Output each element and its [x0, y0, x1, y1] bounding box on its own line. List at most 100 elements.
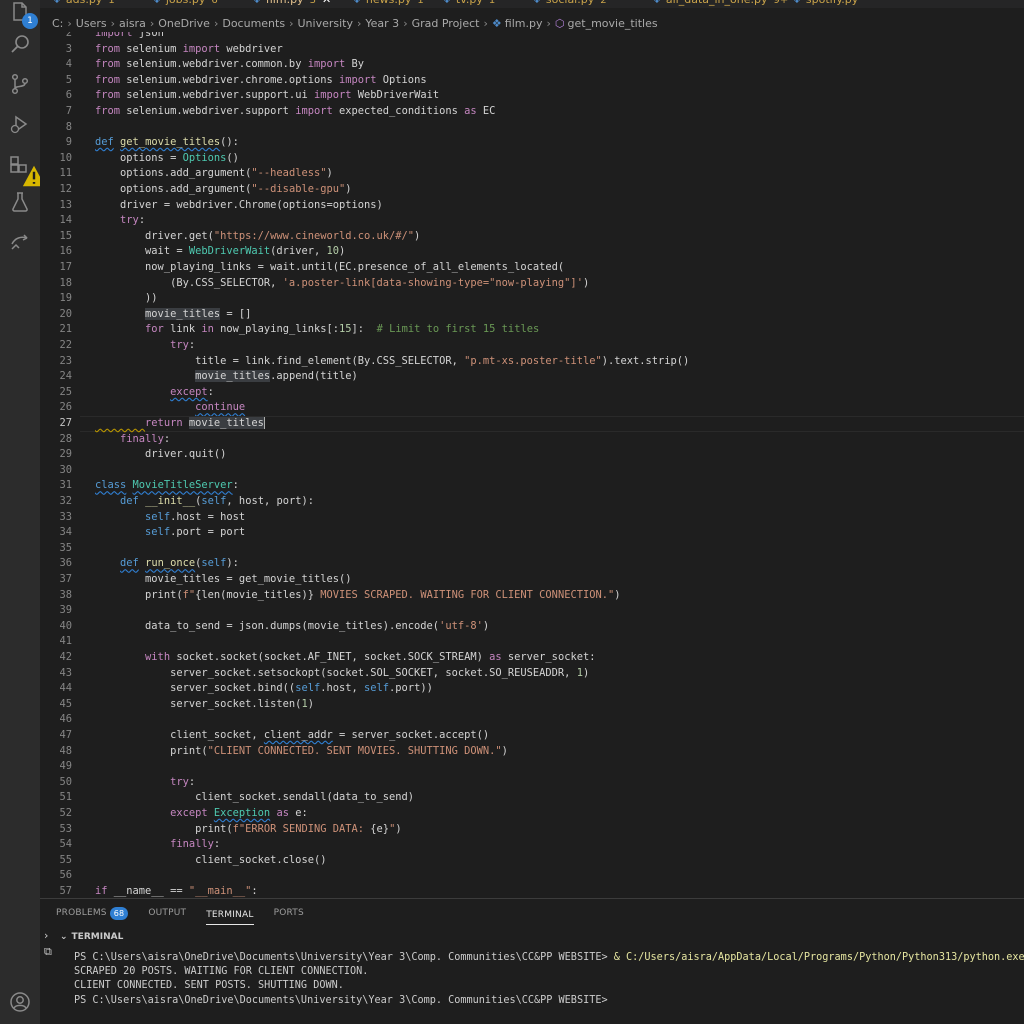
code-token: link — [163, 323, 202, 336]
code-line[interactable]: 38 print(f"{len(movie_titles)} MOVIES SC… — [40, 588, 1024, 604]
extensions-icon[interactable] — [8, 152, 46, 187]
code-line[interactable]: 20 movie_titles = [] — [40, 307, 1024, 323]
breadcrumb-item[interactable]: film.py — [505, 17, 543, 30]
code-line[interactable]: 13 driver = webdriver.Chrome(options=opt… — [40, 198, 1024, 214]
code-line[interactable]: 29 driver.quit() — [40, 447, 1024, 463]
code-line[interactable]: 37 movie_titles = get_movie_titles() — [40, 572, 1024, 588]
breadcrumb-item[interactable]: Grad Project — [412, 17, 480, 30]
tab-4[interactable]: ❖ tv.py 1 — [442, 0, 495, 8]
close-icon[interactable]: ✕ — [322, 0, 331, 6]
code-line[interactable]: 17 now_playing_links = wait.until(EC.pre… — [40, 260, 1024, 276]
line-number: 38 — [59, 588, 72, 601]
code-line[interactable]: 30 — [40, 463, 1024, 479]
code-line[interactable]: 49 — [40, 759, 1024, 775]
code-line[interactable]: 46 — [40, 712, 1024, 728]
code-line[interactable]: 18 (By.CSS_SELECTOR, 'a.poster-link[data… — [40, 276, 1024, 292]
tab-2[interactable]: ❖ film.py 3 ✕ — [252, 0, 331, 8]
code-line[interactable]: 54 finally: — [40, 837, 1024, 853]
code-line[interactable]: 33 self.host = host — [40, 510, 1024, 526]
split-terminal-icon[interactable]: ⧉ — [44, 945, 52, 959]
testing-icon[interactable] — [8, 190, 32, 214]
breadcrumb-item[interactable]: Users — [76, 17, 107, 30]
tab-terminal[interactable]: TERMINAL — [206, 905, 254, 925]
code-line[interactable]: 32 def __init__(self, host, port): — [40, 494, 1024, 510]
account-icon[interactable] — [8, 990, 32, 1014]
code-line[interactable]: 27 return movie_titles — [40, 416, 1024, 432]
code-line[interactable]: 45 server_socket.listen(1) — [40, 697, 1024, 713]
code-line[interactable]: 15 driver.get("https://www.cineworld.co.… — [40, 229, 1024, 245]
code-line[interactable]: 12 options.add_argument("--disable-gpu") — [40, 182, 1024, 198]
code-text: client_socket, client_addr = server_sock… — [95, 728, 489, 744]
breadcrumb-item[interactable]: get_movie_titles — [568, 17, 658, 30]
code-line[interactable]: 41 — [40, 634, 1024, 650]
run-debug-icon[interactable] — [8, 112, 32, 136]
tab-5[interactable]: ❖ social.py 2 — [532, 0, 607, 8]
breadcrumb-item[interactable]: Year 3 — [365, 17, 399, 30]
code-line[interactable]: 43 server_socket.setsockopt(socket.SOL_S… — [40, 666, 1024, 682]
code-line[interactable]: 4 from selenium.webdriver.common.by impor… — [40, 57, 1024, 73]
code-line[interactable]: 53 print(f"ERROR SENDING DATA: {e}") — [40, 822, 1024, 838]
code-line[interactable]: 34 self.port = port — [40, 525, 1024, 541]
files-icon[interactable]: 1 — [8, 0, 38, 29]
code-line[interactable]: 14 try: — [40, 213, 1024, 229]
code-line[interactable]: 22 try: — [40, 338, 1024, 354]
code-line[interactable]: 55 client_socket.close() — [40, 853, 1024, 869]
code-line[interactable]: 23 title = link.find_element(By.CSS_SELE… — [40, 354, 1024, 370]
code-line[interactable]: 42 with socket.socket(socket.AF_INET, so… — [40, 650, 1024, 666]
tab-3[interactable]: ❖ news.py 1 — [352, 0, 424, 8]
tab-7[interactable]: ❖ spotify.py — [792, 0, 858, 8]
code-line[interactable]: 10 options = Options() — [40, 151, 1024, 167]
tab-problems[interactable]: PROBLEMS 68 — [56, 899, 129, 927]
code-line[interactable]: 16 wait = WebDriverWait(driver, 10) — [40, 244, 1024, 260]
code-line[interactable]: 5 from selenium.webdriver.chrome.options … — [40, 73, 1024, 89]
search-icon[interactable] — [8, 32, 32, 56]
tab-1[interactable]: ❖ jobs.py 6 — [152, 0, 218, 8]
code-line[interactable]: 7 from selenium.webdriver.support import … — [40, 104, 1024, 120]
code-line[interactable]: 51 client_socket.sendall(data_to_send) — [40, 790, 1024, 806]
breadcrumb-item[interactable]: aisra — [119, 17, 146, 30]
code-line[interactable]: 35 — [40, 541, 1024, 557]
terminal-text: PS C:\Users\aisra\OneDrive\Documents\Uni… — [74, 994, 608, 1006]
code-line[interactable]: 21 for link in now_playing_links[:15]: #… — [40, 322, 1024, 338]
code-editor[interactable]: 2 import json 3 from selenium import webdri… — [40, 32, 1024, 898]
tab-problem-count: 9+ — [773, 0, 789, 6]
tab-ports[interactable]: PORTS — [274, 899, 304, 927]
code-line[interactable]: 24 movie_titles.append(title) — [40, 369, 1024, 385]
code-line[interactable]: 36 def run_once(self): — [40, 556, 1024, 572]
code-line[interactable]: 31 class MovieTitleServer: — [40, 478, 1024, 494]
code-line[interactable]: 50 try: — [40, 775, 1024, 791]
breadcrumb-item[interactable]: C: — [52, 17, 63, 30]
code-line[interactable]: 19 )) — [40, 291, 1024, 307]
code-line[interactable]: 9 def get_movie_titles(): — [40, 135, 1024, 151]
code-line[interactable]: 11 options.add_argument("--headless") — [40, 166, 1024, 182]
code-token: wait = — [95, 245, 189, 258]
tab-0[interactable]: ❖ ads.py 1 — [52, 0, 115, 8]
code-line[interactable]: 26 continue — [40, 400, 1024, 416]
code-token: (By.CSS_SELECTOR, — [95, 276, 283, 289]
code-line[interactable]: 52 except Exception as e: — [40, 806, 1024, 822]
breadcrumb-item[interactable]: Documents — [222, 17, 285, 30]
breadcrumb-item[interactable]: University — [297, 17, 353, 30]
code-line[interactable]: 8 — [40, 120, 1024, 136]
code-line[interactable]: 47 client_socket, client_addr = server_s… — [40, 728, 1024, 744]
terminal-section-header[interactable]: ⌄ TERMINAL — [60, 929, 1024, 945]
code-line[interactable]: 48 print("CLIENT CONNECTED. SENT MOVIES.… — [40, 744, 1024, 760]
line-number: 57 — [59, 885, 72, 897]
code-line[interactable]: 44 server_socket.bind((self.host, self.p… — [40, 681, 1024, 697]
source-control-icon[interactable] — [8, 72, 32, 96]
code-line[interactable]: 2 import json — [40, 32, 1024, 42]
remote-icon[interactable] — [8, 230, 32, 254]
breadcrumb-item[interactable]: OneDrive — [158, 17, 210, 30]
chevron-right-icon[interactable]: › — [44, 929, 48, 942]
tab-output[interactable]: OUTPUT — [148, 899, 186, 927]
code-line[interactable]: 39 — [40, 603, 1024, 619]
code-line[interactable]: 56 — [40, 868, 1024, 884]
code-line[interactable]: 3 from selenium import webdriver — [40, 42, 1024, 58]
tab-6[interactable]: ❖ all_data_in_one.py 9+ — [652, 0, 788, 8]
code-line[interactable]: 57 if __name__ == "__main__": — [40, 884, 1024, 898]
code-line[interactable]: 40 data_to_send = json.dumps(movie_title… — [40, 619, 1024, 635]
code-line[interactable]: 6 from selenium.webdriver.support.ui impo… — [40, 88, 1024, 104]
code-line[interactable]: 28 finally: — [40, 432, 1024, 448]
code-line[interactable]: 25 except: — [40, 385, 1024, 401]
